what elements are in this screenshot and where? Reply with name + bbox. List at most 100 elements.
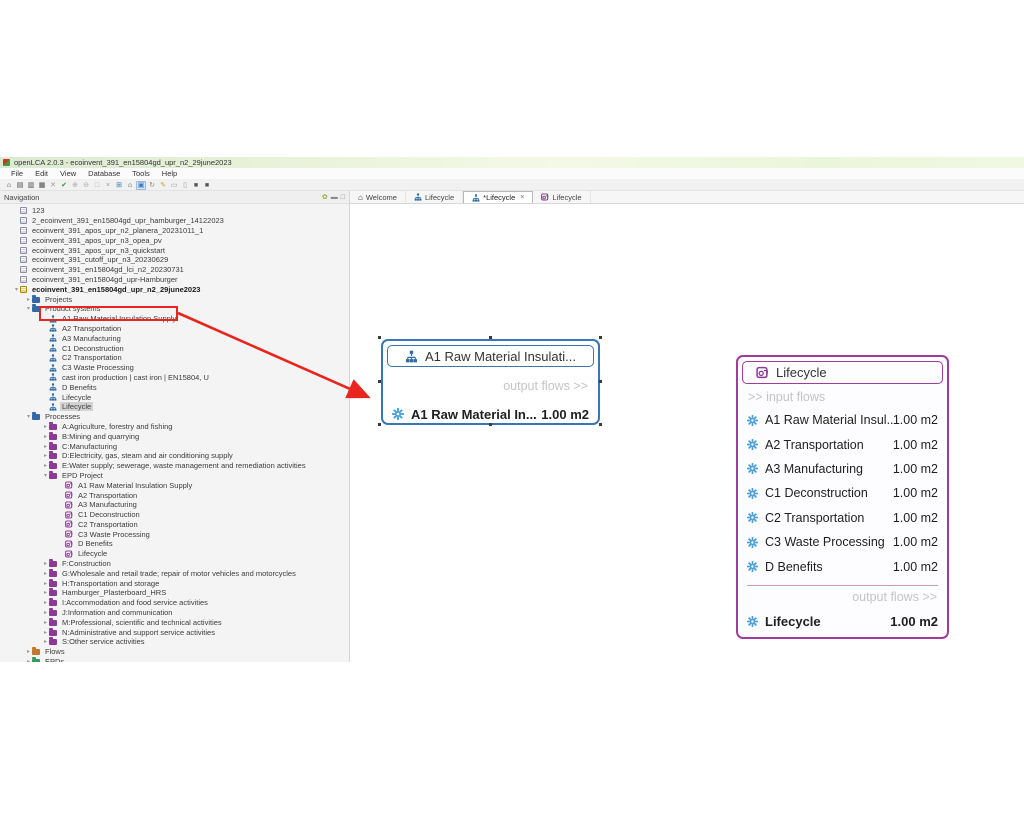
expand-chevron-icon[interactable]: ▸ xyxy=(42,619,49,626)
selection-handle[interactable] xyxy=(599,336,602,339)
flow-row[interactable]: A3 Manufacturing1.00 m2 xyxy=(738,457,947,481)
expand-chevron-icon[interactable]: ▸ xyxy=(42,570,49,577)
menu-edit[interactable]: Edit xyxy=(30,169,53,178)
expand-chevron-icon[interactable]: ▸ xyxy=(25,658,32,662)
save-all-icon[interactable]: ▦ xyxy=(37,181,47,190)
tree-item[interactable]: ecoinvent_391_apos_upr_n3_quickstart xyxy=(0,245,349,255)
tree-item[interactable]: ▸M:Professional, scientific and technica… xyxy=(0,617,349,627)
node-header-lifecycle[interactable]: Lifecycle xyxy=(742,361,943,384)
welcome-icon[interactable]: ⌂ xyxy=(125,181,135,190)
tree-item[interactable]: ▸E:Water supply; sewerage, waste managem… xyxy=(0,461,349,471)
close-icon[interactable]: × xyxy=(103,181,113,190)
tree-item[interactable]: A3 Manufacturing xyxy=(0,500,349,510)
expand-chevron-icon[interactable]: ▸ xyxy=(42,560,49,567)
input-flows-label[interactable]: >> input flows xyxy=(748,390,825,404)
flow-row[interactable]: A2 Transportation1.00 m2 xyxy=(738,432,947,456)
validate-icon[interactable]: ✔ xyxy=(59,181,69,190)
home-icon[interactable]: ⌂ xyxy=(4,181,14,190)
expand-chevron-icon[interactable]: ▸ xyxy=(42,599,49,606)
selection-handle[interactable] xyxy=(378,423,381,426)
tree-item[interactable]: A2 Transportation xyxy=(0,324,349,334)
tree-item[interactable]: ▸I:Accommodation and food service activi… xyxy=(0,598,349,608)
flow-row[interactable]: C1 Deconstruction1.00 m2 xyxy=(738,481,947,505)
expand-chevron-icon[interactable]: ▸ xyxy=(42,580,49,587)
tab-lifecycle[interactable]: Lifecycle xyxy=(533,191,590,203)
selection-handle[interactable] xyxy=(489,423,492,426)
tree-item[interactable]: ecoinvent_391_cutoff_upr_n3_20230629 xyxy=(0,255,349,265)
tab-lifecycle[interactable]: *Lifecycle× xyxy=(463,191,533,203)
flow-row[interactable]: C3 Waste Processing1.00 m2 xyxy=(738,530,947,554)
tree-item[interactable]: ▸J:Information and communication xyxy=(0,608,349,618)
zoom-out-icon[interactable]: ⊖ xyxy=(81,181,91,190)
graph-node-a1-raw-material[interactable]: A1 Raw Material Insulati... output flows… xyxy=(381,339,600,425)
active-editor-icon[interactable]: ▣ xyxy=(136,181,146,190)
tree-item[interactable]: C2 Transportation xyxy=(0,520,349,530)
model-graph-icon[interactable]: ⊞ xyxy=(114,181,124,190)
output-flows-label[interactable]: output flows >> xyxy=(503,379,588,393)
flow-row[interactable]: C2 Transportation1.00 m2 xyxy=(738,506,947,530)
selection-handle[interactable] xyxy=(378,336,381,339)
expand-chevron-icon[interactable]: ▸ xyxy=(42,462,49,469)
stop-icon[interactable]: ■ xyxy=(191,181,201,190)
tree-item[interactable]: ▸B:Mining and quarrying xyxy=(0,431,349,441)
expand-chevron-icon[interactable]: ▾ xyxy=(13,286,20,293)
expand-chevron-icon[interactable]: ▸ xyxy=(25,648,32,655)
tree-item[interactable]: ▸S:Other service activities xyxy=(0,637,349,647)
edit-icon[interactable]: ✎ xyxy=(158,181,168,190)
flow-row[interactable]: Lifecycle1.00 m2 xyxy=(738,609,947,633)
menu-view[interactable]: View xyxy=(55,169,81,178)
tree-item[interactable]: ▸Projects xyxy=(0,294,349,304)
tree-item[interactable]: D Benefits xyxy=(0,539,349,549)
flow-row[interactable]: A1 Raw Material In...1.00 m2 xyxy=(383,403,598,425)
expand-chevron-icon[interactable]: ▸ xyxy=(42,433,49,440)
selection-handle[interactable] xyxy=(599,380,602,383)
delete-icon[interactable]: ✕ xyxy=(48,181,58,190)
flow-row[interactable]: D Benefits1.00 m2 xyxy=(738,554,947,578)
menu-database[interactable]: Database xyxy=(83,169,125,178)
menu-help[interactable]: Help xyxy=(157,169,182,178)
tree-item[interactable]: ▾EPD Project xyxy=(0,471,349,481)
expand-chevron-icon[interactable]: ▸ xyxy=(42,443,49,450)
tree-item[interactable]: C1 Deconstruction xyxy=(0,510,349,520)
menu-tools[interactable]: Tools xyxy=(127,169,155,178)
expand-chevron-icon[interactable]: ▸ xyxy=(42,452,49,459)
expand-chevron-icon[interactable]: ▸ xyxy=(42,638,49,645)
tree-item[interactable]: C3 Waste Processing xyxy=(0,529,349,539)
tree-item[interactable]: ▸G:Wholesale and retail trade; repair of… xyxy=(0,568,349,578)
tree-item[interactable]: D Benefits xyxy=(0,382,349,392)
selection-handle[interactable] xyxy=(378,380,381,383)
tree-item[interactable]: A2 Transportation xyxy=(0,490,349,500)
save-as-icon[interactable]: ▥ xyxy=(26,181,36,190)
expand-chevron-icon[interactable]: ▸ xyxy=(42,589,49,596)
maximize-view-icon[interactable]: □ xyxy=(341,194,345,201)
tree-item[interactable]: ▸C:Manufacturing xyxy=(0,441,349,451)
tree-item[interactable]: ▸N:Administrative and support service ac… xyxy=(0,627,349,637)
graph-node-lifecycle[interactable]: Lifecycle >> input flows A1 Raw Material… xyxy=(736,355,949,639)
fit-page-icon[interactable]: □ xyxy=(92,181,102,190)
menu-file[interactable]: File xyxy=(6,169,28,178)
tree-item[interactable]: 123 xyxy=(0,206,349,216)
expand-chevron-icon[interactable]: ▸ xyxy=(42,629,49,636)
tree-item[interactable]: ▾Processes xyxy=(0,412,349,422)
tree-item[interactable]: ▸A:Agriculture, forestry and fishing xyxy=(0,422,349,432)
refresh-icon[interactable]: ↻ xyxy=(147,181,157,190)
tree-item[interactable]: ▸H:Transportation and storage xyxy=(0,578,349,588)
tree-item[interactable]: ecoinvent_391_apos_upr_n3_opea_pv xyxy=(0,235,349,245)
layout-horizontal-icon[interactable]: ▭ xyxy=(169,181,179,190)
output-flows-label[interactable]: output flows >> xyxy=(852,590,937,604)
tree-item[interactable]: ▸Hamburger_Plasterboard_HRS xyxy=(0,588,349,598)
tree-item[interactable]: ▸F:Construction xyxy=(0,559,349,569)
tree-item[interactable]: A3 Manufacturing xyxy=(0,333,349,343)
tree-item[interactable]: Lifecycle xyxy=(0,402,349,412)
tree-item[interactable]: C3 Waste Processing xyxy=(0,363,349,373)
layout-vertical-icon[interactable]: ▯ xyxy=(180,181,190,190)
tree-item[interactable]: cast iron production | cast iron | EN158… xyxy=(0,373,349,383)
tab-welcome[interactable]: ⌂Welcome xyxy=(350,191,406,203)
tree-item[interactable]: 2_ecoinvent_391_en15804gd_upr_hamburger_… xyxy=(0,216,349,226)
tree-item[interactable]: ▾ecoinvent_391_en15804gd_upr_n2_29june20… xyxy=(0,284,349,294)
expand-chevron-icon[interactable]: ▾ xyxy=(25,413,32,420)
selection-handle[interactable] xyxy=(599,423,602,426)
tree-item[interactable]: ▸D:Electricity, gas, steam and air condi… xyxy=(0,451,349,461)
tree-item[interactable]: ▸EPDs xyxy=(0,657,349,662)
minimize-view-icon[interactable]: ▬ xyxy=(331,194,338,201)
